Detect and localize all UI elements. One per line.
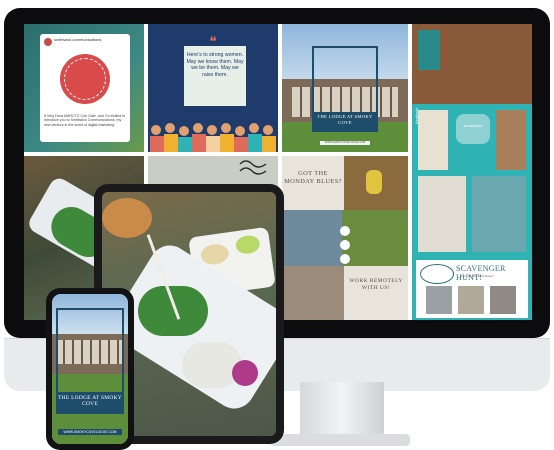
gift-photo xyxy=(418,176,466,252)
monday-footer: WORK REMOTELY WITH US! xyxy=(344,266,408,320)
instagram-post-tile: smithwick.communications If Very Hora MA… xyxy=(24,24,144,152)
quote-text: Here’s to strong women. May we know them… xyxy=(186,52,244,78)
instagram-card: smithwick.communications If Very Hora MA… xyxy=(40,34,130,142)
lodge-post-tile: THE LODGE AT SMOKY COVE WWW.SMOKYCOVELOD… xyxy=(282,24,408,152)
orchid-flower xyxy=(232,360,258,386)
necklace-photo xyxy=(496,110,526,170)
scavenger-subtitle: Can you find all of these? xyxy=(460,274,494,278)
brand-seal-logo xyxy=(60,54,110,104)
scavenger-hunt-card: SCAVENGER HUNT! Can you find all of thes… xyxy=(416,260,528,318)
dot-decor xyxy=(340,254,350,264)
succulent-photo xyxy=(472,176,526,252)
avatar xyxy=(44,38,52,46)
post-caption: If Very Hora MARCTO Coe Gate, and I’m th… xyxy=(44,114,126,127)
dot-decor xyxy=(340,240,350,250)
clue-photo xyxy=(426,286,452,314)
phone-lodge-title: THE LODGE AT SMOKY COVE xyxy=(56,392,124,412)
quote-post-tile: ❝ Here’s to strong women. May we know th… xyxy=(148,24,278,152)
jewelry-photo xyxy=(418,110,448,170)
phone-screen: THE LODGE AT SMOKY COVE WWW.SMOKYCOVELOD… xyxy=(52,294,128,444)
women-crowd-illustration xyxy=(150,123,276,152)
lodge-title: THE LODGE AT SMOKY COVE xyxy=(314,112,376,130)
cabbage xyxy=(182,342,242,388)
aesthetic-board-tile: smokeyluxe Aesthetic SCAVENGER HUNT! Can… xyxy=(412,24,532,320)
monday-headline: GOT THE MONDAY BLUES? xyxy=(282,156,344,210)
scavenger-title: SCAVENGER HUNT! xyxy=(456,264,506,282)
rocking-chair-photo xyxy=(282,266,344,320)
monitor-stand-base xyxy=(270,434,410,446)
aesthetic-label: Aesthetic xyxy=(414,107,419,124)
squiggle-decor xyxy=(239,160,267,175)
instagram-handle: smithwick.communications xyxy=(54,37,102,42)
lodge-logo xyxy=(420,264,454,284)
broccoli xyxy=(138,286,208,336)
remote-worker-photo xyxy=(344,156,408,210)
phone-lodge-url: WWW.SMOKYCOVELODGE.COM xyxy=(58,429,122,435)
dot-decor xyxy=(340,226,350,236)
clue-photo xyxy=(458,286,484,314)
lodge-url: WWW.SMOKYCOVELODGE.COM xyxy=(320,141,370,145)
pizza xyxy=(102,198,152,238)
heart-decor xyxy=(456,114,490,144)
heart-text: smokeyluxe xyxy=(463,124,483,128)
ironwork-decor xyxy=(418,30,440,70)
clue-photo xyxy=(490,286,516,314)
monday-blues-tile: GOT THE MONDAY BLUES? WORK REMOTELY WITH… xyxy=(282,156,408,320)
